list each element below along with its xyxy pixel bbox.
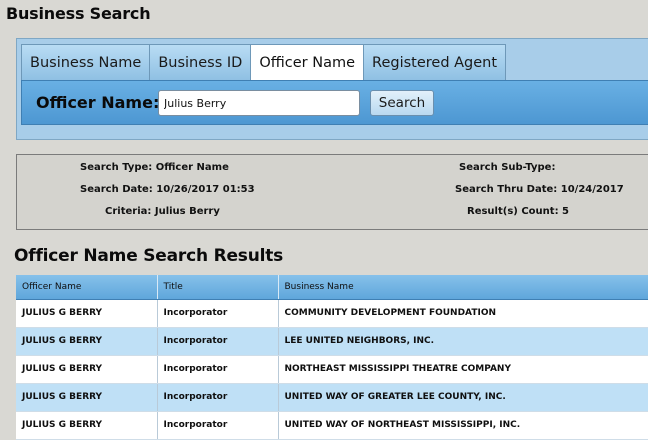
search-tabs: Business Name Business ID Officer Name R… — [21, 44, 507, 80]
tab-business-name[interactable]: Business Name — [21, 44, 151, 80]
business-name-cell[interactable]: LEE UNITED NEIGHBORS, INC. — [278, 327, 648, 356]
tab-officer-name[interactable]: Officer Name — [250, 44, 365, 80]
officer-name-label: Officer Name: — [36, 93, 160, 112]
officer-name-cell: JULIUS G BERRY — [16, 299, 158, 328]
business-name-cell[interactable]: NORTHEAST MISSISSIPPI THEATRE COMPANY — [278, 355, 648, 384]
tab-business-id[interactable]: Business ID — [149, 44, 252, 80]
title-cell: Incorporator — [157, 355, 279, 384]
table-row[interactable]: JULIUS G BERRY Incorporator LEE UNITED N… — [16, 327, 648, 356]
search-type: Search Type: Officer Name — [80, 162, 229, 173]
search-panel: Business Name Business ID Officer Name R… — [16, 38, 648, 140]
tab-registered-agent[interactable]: Registered Agent — [363, 44, 507, 80]
officer-name-input[interactable] — [158, 90, 360, 116]
results-count: Result(s) Count: 5 — [467, 206, 570, 217]
table-row[interactable]: JULIUS G BERRY Incorporator UNITED WAY O… — [16, 411, 648, 440]
search-button[interactable]: Search — [370, 90, 434, 116]
column-header-business-name[interactable]: Business Name — [278, 275, 648, 300]
search-thru-date: Search Thru Date: 10/24/2017 — [455, 184, 624, 195]
search-bar: Officer Name: Search — [21, 80, 648, 125]
results-header-row: Officer Name Title Business Name — [16, 275, 648, 300]
business-name-cell[interactable]: UNITED WAY OF NORTHEAST MISSISSIPPI, INC… — [278, 411, 648, 440]
officer-name-cell: JULIUS G BERRY — [16, 383, 158, 412]
column-header-officer-name[interactable]: Officer Name — [16, 275, 158, 300]
table-row[interactable]: JULIUS G BERRY Incorporator NORTHEAST MI… — [16, 355, 648, 384]
title-cell: Incorporator — [157, 411, 279, 440]
title-cell: Incorporator — [157, 299, 279, 328]
table-row[interactable]: JULIUS G BERRY Incorporator COMMUNITY DE… — [16, 299, 648, 328]
search-summary: Search Type: Officer Name Search Date: 1… — [16, 154, 648, 230]
business-name-cell[interactable]: COMMUNITY DEVELOPMENT FOUNDATION — [278, 299, 648, 328]
title-cell: Incorporator — [157, 327, 279, 356]
table-row[interactable]: JULIUS G BERRY Incorporator UNITED WAY O… — [16, 383, 648, 412]
page-title: Business Search — [6, 4, 151, 23]
results-title: Officer Name Search Results — [14, 246, 284, 266]
officer-name-cell: JULIUS G BERRY — [16, 327, 158, 356]
results-table: Officer Name Title Business Name JULIUS … — [16, 275, 648, 440]
column-header-title[interactable]: Title — [157, 275, 279, 300]
business-name-cell[interactable]: UNITED WAY OF GREATER LEE COUNTY, INC. — [278, 383, 648, 412]
search-criteria: Criteria: Julius Berry — [105, 206, 220, 217]
officer-name-cell: JULIUS G BERRY — [16, 355, 158, 384]
search-sub-type: Search Sub-Type: — [459, 162, 556, 173]
officer-name-cell: JULIUS G BERRY — [16, 411, 158, 440]
search-date: Search Date: 10/26/2017 01:53 — [80, 184, 255, 195]
title-cell: Incorporator — [157, 383, 279, 412]
